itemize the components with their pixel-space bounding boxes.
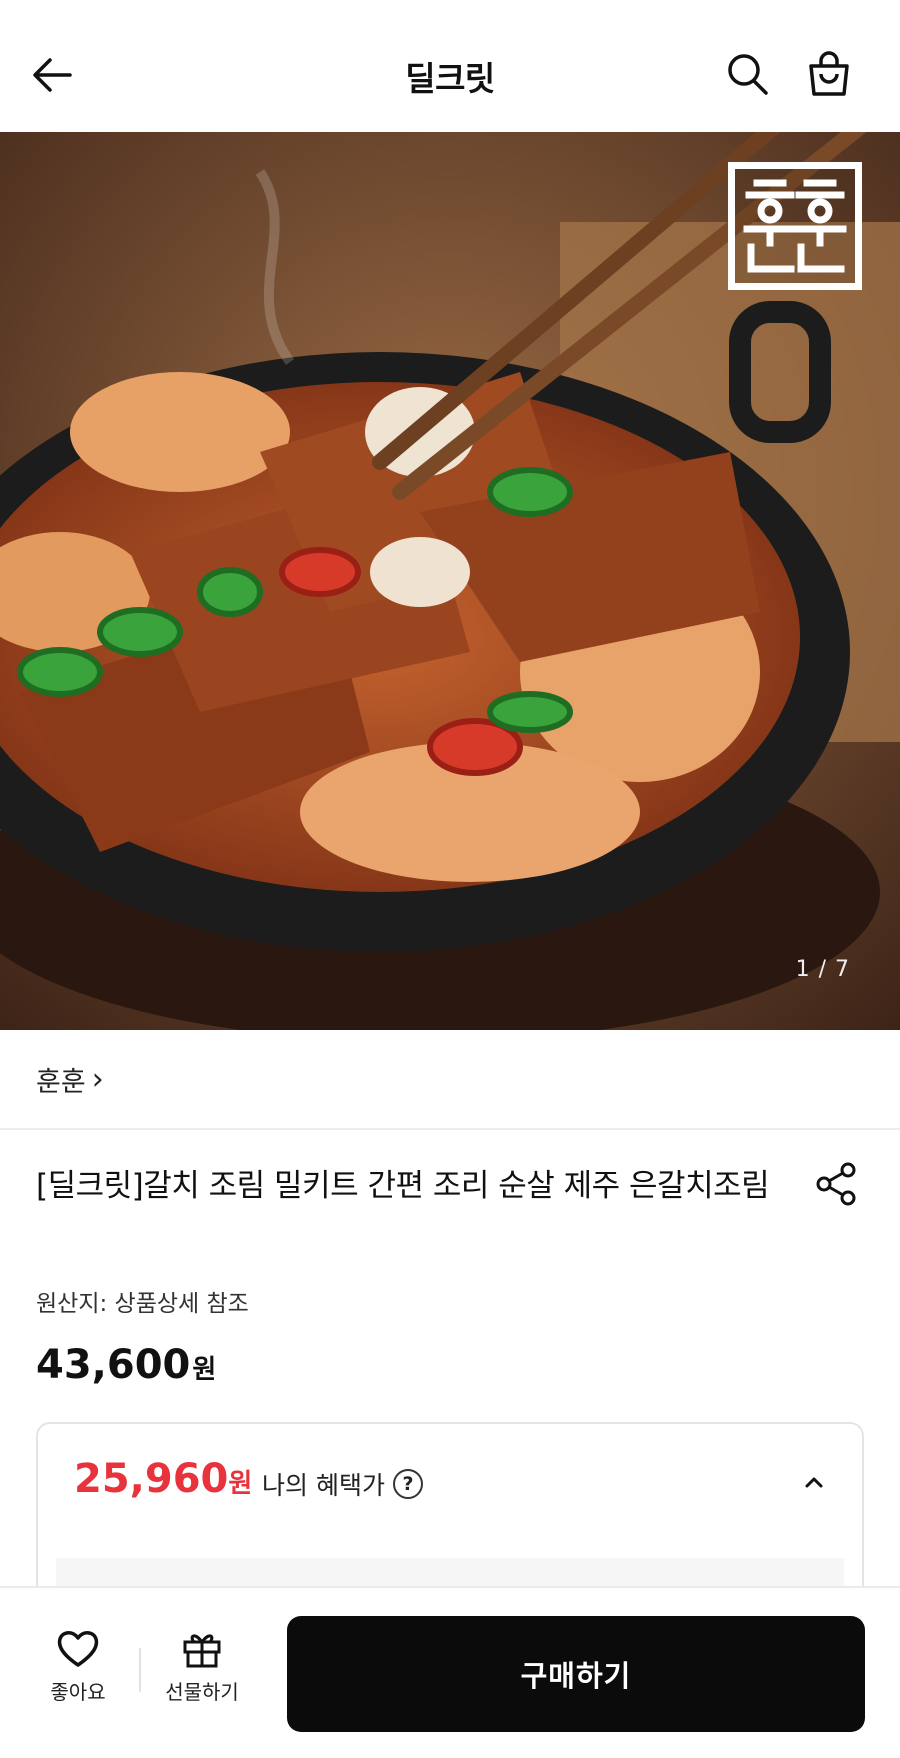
buy-button[interactable]: 구매하기: [287, 1616, 865, 1732]
price-unit: 원: [192, 1355, 217, 1385]
like-button[interactable]: 좋아요: [30, 1628, 126, 1705]
price-value: 43,600: [36, 1342, 191, 1388]
benefit-price: 25,960원: [74, 1456, 252, 1502]
brand-logo-badge: [728, 162, 862, 290]
help-circle-icon[interactable]: ?: [392, 1469, 423, 1499]
brand-name: 훈훈: [36, 1067, 86, 1098]
origin-info: 원산지: 상품상세 참조: [36, 1291, 249, 1317]
like-label: 좋아요: [50, 1680, 106, 1704]
section-divider: [0, 1128, 900, 1130]
benefit-price-value: 25,960: [74, 1456, 229, 1502]
product-title: [딜크릿]갈치 조림 밀키트 간편 조리 순살 제주 은갈치조림: [36, 1168, 770, 1204]
shopping-bag-icon[interactable]: [806, 50, 852, 98]
gift-label: 선물하기: [165, 1680, 239, 1704]
heart-icon: [57, 1631, 99, 1667]
top-app-bar: 딜크릿: [0, 0, 900, 132]
product-image-carousel[interactable]: 1 / 7: [0, 132, 900, 1030]
search-icon[interactable]: [724, 50, 770, 98]
gift-button[interactable]: 선물하기: [152, 1628, 252, 1705]
brand-link[interactable]: 훈훈 ›: [36, 1060, 104, 1099]
chevron-right-icon: ›: [91, 1062, 104, 1097]
original-price: 43,600원: [36, 1342, 216, 1388]
gift-icon: [183, 1634, 221, 1668]
benefit-price-unit: 원: [228, 1469, 253, 1499]
divider: [139, 1648, 141, 1692]
image-page-counter: 1 / 7: [795, 957, 850, 982]
benefit-label: 나의 혜택가: [262, 1471, 385, 1500]
bottom-action-bar: 좋아요 선물하기 구매하기: [0, 1586, 900, 1758]
chevron-up-icon[interactable]: [798, 1466, 830, 1498]
share-icon[interactable]: [812, 1160, 860, 1208]
benefit-label-group: 나의 혜택가 ?: [262, 1466, 423, 1502]
